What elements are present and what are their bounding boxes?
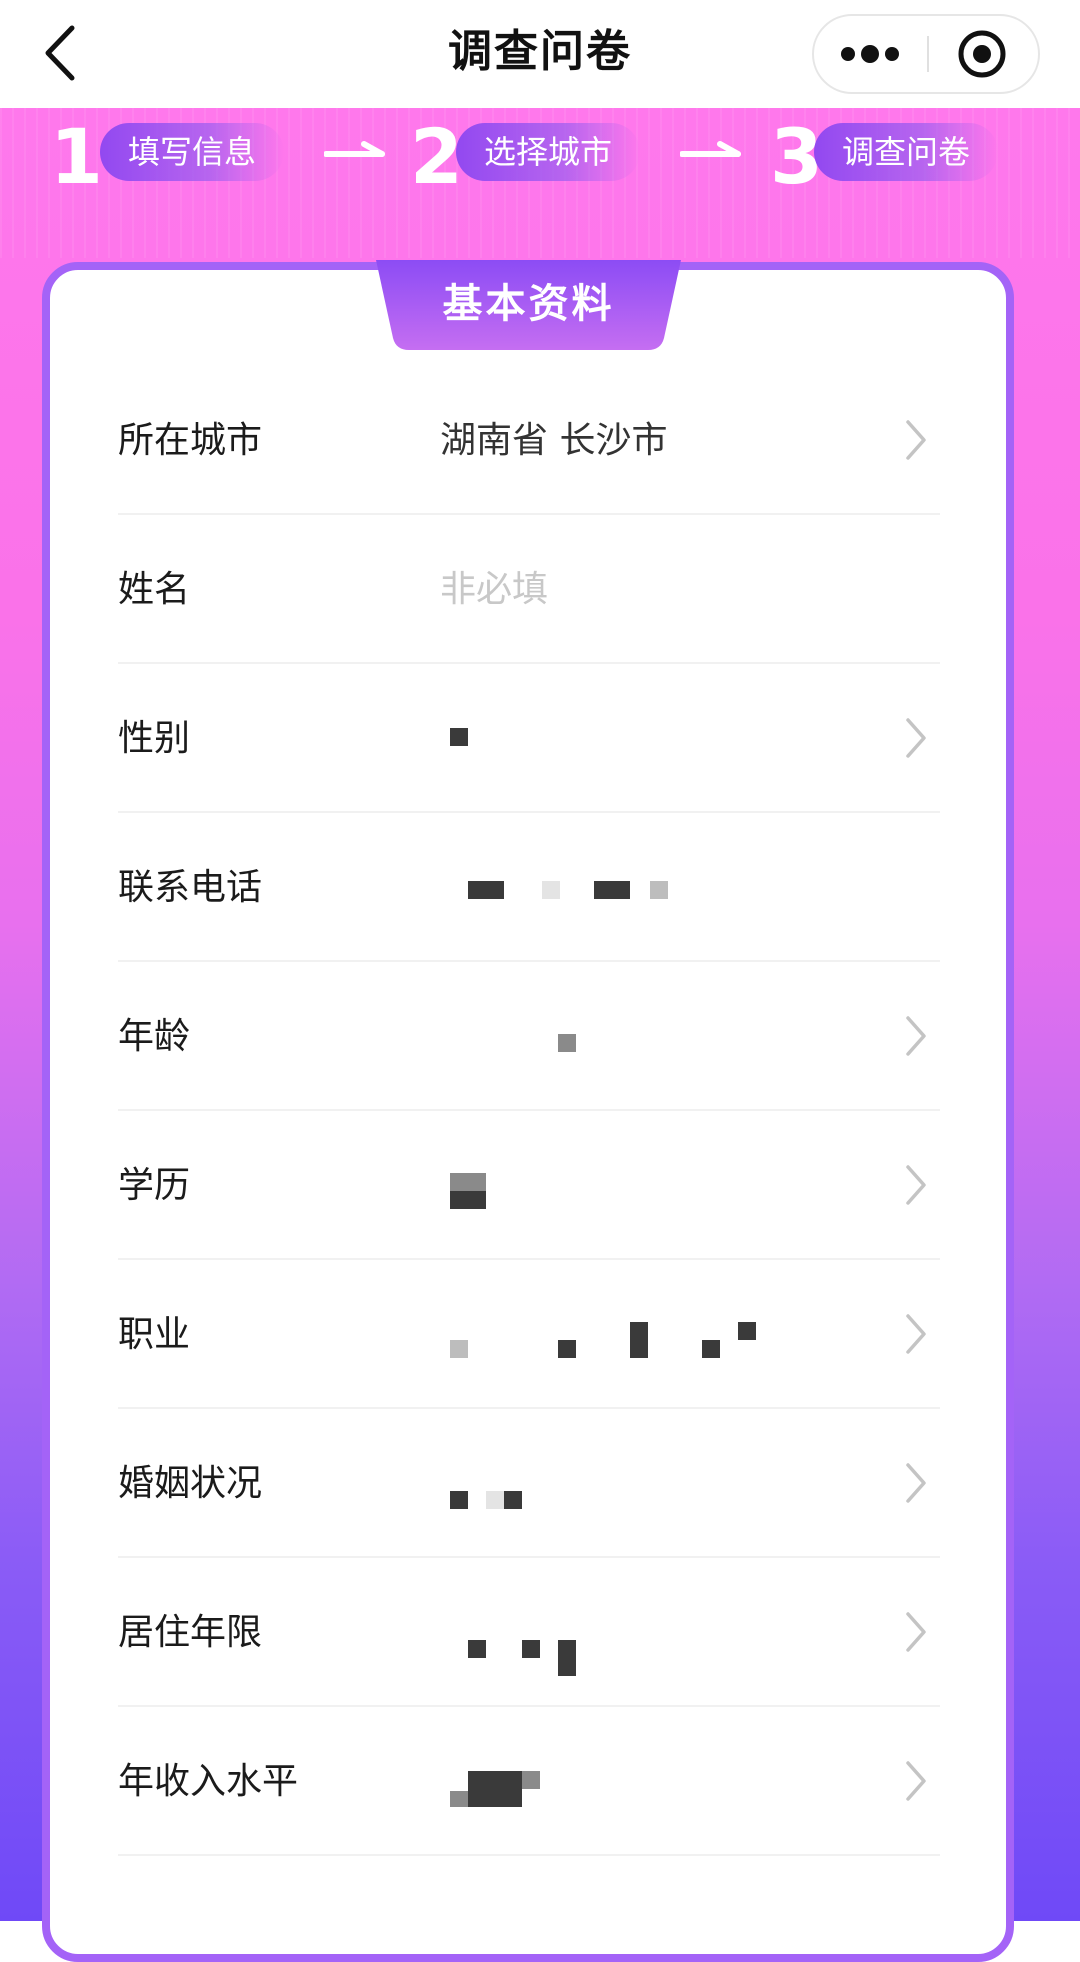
redacted-value <box>594 881 630 899</box>
redacted-value <box>738 1322 756 1340</box>
form-row-education[interactable]: 学历 <box>118 1111 940 1260</box>
row-label: 职业 <box>118 1314 191 1355</box>
redacted-value <box>468 1771 522 1807</box>
chevron-right-icon <box>906 1463 926 1503</box>
form-row-city[interactable]: 所在城市 湖南省 长沙市 <box>118 366 940 515</box>
redacted-value <box>450 1173 486 1191</box>
form-row-occupation[interactable]: 职业 <box>118 1260 940 1409</box>
redacted-value <box>450 1491 468 1509</box>
redacted-value <box>450 1791 468 1807</box>
row-divider <box>118 1854 940 1856</box>
row-label: 所在城市 <box>118 420 263 461</box>
redacted-value <box>542 881 560 899</box>
row-label: 居住年限 <box>118 1612 263 1653</box>
step-1-label: 填写信息 <box>100 123 285 181</box>
chevron-right-icon <box>906 1612 926 1652</box>
mini-program-capsule <box>812 14 1040 94</box>
back-button[interactable] <box>34 18 94 88</box>
row-label: 年收入水平 <box>118 1761 299 1802</box>
chevron-left-icon <box>45 25 75 81</box>
redacted-value <box>450 1191 486 1209</box>
form-row-phone[interactable]: 联系电话 <box>118 813 940 962</box>
step-2-number: 2 <box>410 112 463 201</box>
row-label: 年龄 <box>118 1016 191 1057</box>
name-input[interactable]: 非必填 <box>440 515 548 664</box>
step-arrow-icon <box>324 141 385 157</box>
step-arrow-icon <box>680 141 741 157</box>
redacted-value <box>450 1340 468 1358</box>
city-value: 湖南省 长沙市 <box>440 420 668 461</box>
chevron-right-icon <box>906 718 926 758</box>
form-row-name[interactable]: 姓名 非必填 <box>118 515 940 664</box>
row-label: 性别 <box>118 718 191 759</box>
step-2-label: 选择城市 <box>456 123 641 181</box>
redacted-value <box>558 1340 576 1358</box>
chevron-right-icon <box>906 1016 926 1056</box>
form-row-marital-status[interactable]: 婚姻状况 <box>118 1409 940 1558</box>
navigation-bar: 调查问卷 <box>0 0 1080 108</box>
card-title: 基本资料 <box>442 281 615 327</box>
chevron-right-icon <box>906 1761 926 1801</box>
row-label: 学历 <box>118 1165 191 1206</box>
chevron-right-icon <box>906 420 926 460</box>
row-label: 婚姻状况 <box>118 1463 263 1504</box>
redacted-value <box>504 1491 522 1509</box>
target-circle-icon <box>958 30 1006 78</box>
close-mini-program-button[interactable] <box>930 16 1038 92</box>
form-row-annual-income[interactable]: 年收入水平 <box>118 1707 940 1856</box>
form-row-age[interactable]: 年龄 <box>118 962 940 1111</box>
redacted-value <box>650 881 668 899</box>
form-row-gender[interactable]: 性别 <box>118 664 940 813</box>
more-dots-icon <box>841 45 899 63</box>
redacted-value <box>486 1491 504 1509</box>
more-button[interactable] <box>814 16 926 92</box>
redacted-value <box>468 881 504 899</box>
redacted-value <box>468 1640 486 1658</box>
redacted-value <box>702 1340 720 1358</box>
row-label: 姓名 <box>118 569 191 610</box>
step-3-label: 调查问卷 <box>814 123 999 181</box>
redacted-value <box>522 1640 540 1658</box>
chevron-right-icon <box>906 1314 926 1354</box>
redacted-value <box>630 1322 648 1358</box>
form-row-residence-years[interactable]: 居住年限 <box>118 1558 940 1707</box>
redacted-value <box>558 1034 576 1052</box>
redacted-value <box>558 1640 576 1676</box>
step-1-number: 1 <box>50 112 103 201</box>
redacted-value <box>450 728 468 746</box>
capsule-divider <box>927 36 929 72</box>
redacted-value <box>522 1771 540 1789</box>
chevron-right-icon <box>906 1165 926 1205</box>
row-label: 联系电话 <box>118 867 263 908</box>
